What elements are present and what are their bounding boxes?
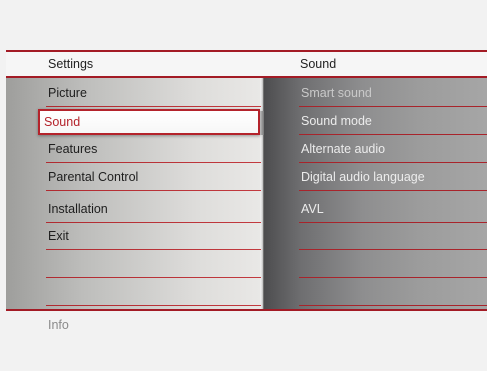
submenu-item-empty [261,222,487,250]
menu-item-installation[interactable]: Installation [6,195,261,223]
menu-item-label: Picture [48,86,87,100]
submenu-item-label: AVL [301,202,324,216]
row-divider [299,305,487,306]
submenu-item-alternate-audio[interactable]: Alternate audio [261,135,487,163]
selected-menu-item[interactable]: Sound [38,109,260,135]
row-divider [299,190,487,191]
submenu-item-sound-mode[interactable]: Sound mode [261,107,487,135]
submenu-item-avl[interactable]: AVL [261,195,487,223]
menu-item-label: Parental Control [48,170,139,184]
submenu-item-label: Alternate audio [301,142,386,156]
menu-item-features[interactable]: Features [6,135,261,163]
submenu-item-label: Smart sound [301,86,372,100]
menu-item-exit[interactable]: Exit [6,222,261,250]
selected-item-label: Sound [44,115,81,129]
submenu-item-empty [261,250,487,278]
bottom-divider [6,309,487,311]
menu-item-empty [6,278,261,306]
row-divider [46,305,261,306]
sound-title: Sound [300,57,337,71]
info-label: Info [48,318,69,332]
submenu-item-empty [261,278,487,306]
submenu-item-digital-audio-language[interactable]: Digital audio language [261,163,487,191]
row-divider [46,190,261,191]
menu-item-empty [6,250,261,278]
submenu-item-smart-sound[interactable]: Smart sound [261,79,487,107]
menu-item-parental-control[interactable]: Parental Control [6,163,261,191]
submenu-item-label: Digital audio language [301,170,425,184]
menu-item-label: Exit [48,229,69,243]
menu-item-picture[interactable]: Picture [6,79,261,107]
settings-title: Settings [48,57,94,71]
settings-header: Settings [6,52,261,76]
menu-item-label: Features [48,142,98,156]
submenu-item-label: Sound mode [301,114,372,128]
sound-header: Sound [261,52,487,76]
menu-item-label: Installation [48,202,108,216]
